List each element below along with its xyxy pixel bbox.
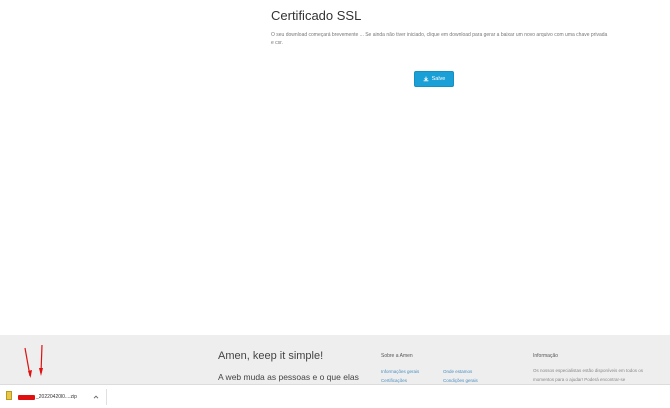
footer-link-certifications[interactable]: Certificações xyxy=(381,378,407,383)
footer-tagline: Amen, keep it simple! xyxy=(218,350,324,362)
page-title: Certificado SSL xyxy=(271,8,362,23)
save-button-label: Salve xyxy=(431,76,446,82)
footer-subtagline: A web muda as pessoas e o que elas xyxy=(218,372,359,382)
download-file-name[interactable]: _20220420l0....zip xyxy=(36,394,77,400)
download-bar: _20220420l0....zip xyxy=(0,384,670,408)
footer-about-title: Sobre a Amen xyxy=(381,353,413,359)
download-description: O seu download começará brevemente ... S… xyxy=(271,32,608,46)
footer-link-conditions[interactable]: Condições gerais xyxy=(443,378,478,383)
download-icon xyxy=(423,76,429,82)
site-footer: Amen, keep it simple! A web muda as pess… xyxy=(0,335,670,384)
footer-link-info[interactable]: Informações gerais xyxy=(381,369,419,374)
footer-link-location[interactable]: Onde estamos xyxy=(443,369,472,374)
footer-info-title: Informação xyxy=(533,353,559,359)
chevron-up-icon[interactable] xyxy=(92,393,100,401)
save-button[interactable]: Salve xyxy=(414,71,454,87)
download-bar-divider xyxy=(106,389,107,405)
footer-info-text: Os nossos especialistas estão disponívei… xyxy=(533,368,644,382)
redaction-mark xyxy=(18,395,35,400)
zip-file-icon xyxy=(6,391,12,400)
